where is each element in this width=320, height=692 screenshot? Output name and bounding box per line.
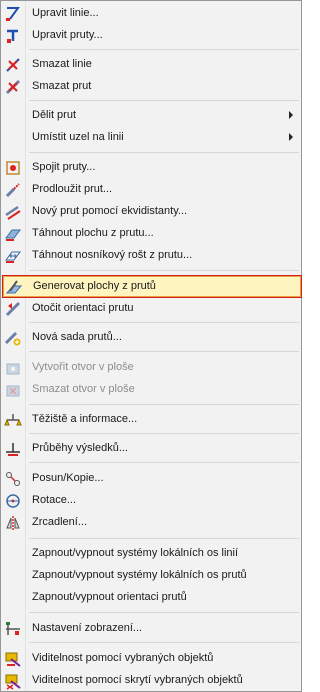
separator [29,462,299,463]
edit-members-icon [4,27,22,45]
menu-item-mirror[interactable]: Zrcadlení... [3,512,299,533]
new-member-set-icon [4,329,22,347]
menu-item-visibility-selected[interactable]: Viditelnost pomocí vybraných objektů [3,648,299,669]
menu-item-toggle-line-axes[interactable]: Zapnout/vypnout systémy lokálních os lin… [3,543,299,564]
result-diagrams-icon [4,440,22,458]
separator [29,612,299,613]
menu-item-offset-member[interactable]: Nový prut pomocí ekvidistanty... [3,201,299,222]
menu-item-edit-members[interactable]: Upravit pruty... [3,25,299,46]
separator [29,351,299,352]
separator [29,642,299,643]
menu-item-display-settings[interactable]: Nastavení zobrazení... [3,618,299,639]
menu-item-divide-member[interactable]: Dělit prut [3,105,299,126]
move-copy-icon [4,470,22,488]
generate-surfaces-icon [5,279,23,297]
menu-item-toggle-member-orientation[interactable]: Zapnout/vypnout orientaci prutů [3,587,299,608]
menu-item-create-opening[interactable]: Vytvořit otvor v ploše [3,357,299,378]
menu-item-centroid-info[interactable]: Těžiště a informace... [3,409,299,430]
menu-item-new-member-set[interactable]: Nová sada prutů... [3,327,299,348]
submenu-arrow-icon [289,111,293,119]
visibility-hide-selected-icon [4,672,22,690]
separator [29,100,299,101]
delete-opening-icon [4,381,22,399]
menu-item-delete-line[interactable]: Smazat linie [3,54,299,75]
mirror-icon [4,514,22,532]
display-settings-icon [4,620,22,638]
separator [29,322,299,323]
menu-item-result-diagrams[interactable]: Průběhy výsledků... [3,438,299,459]
menu-item-generate-surfaces[interactable]: Generovat plochy z prutů [3,276,301,297]
centroid-info-icon [4,411,22,429]
context-menu: Upravit linie... Upravit pruty... Smazat… [0,0,302,692]
submenu-arrow-icon [289,133,293,141]
menu-item-delete-member[interactable]: Smazat prut [3,76,299,97]
separator [29,49,299,50]
menu-item-rotate-orientation[interactable]: Otočit orientaci prutu [3,298,299,319]
menu-item-move-copy[interactable]: Posun/Kopie... [3,468,299,489]
separator [29,270,299,271]
menu-item-edit-lines[interactable]: Upravit linie... [3,3,299,24]
menu-item-visibility-hide-selected[interactable]: Viditelnost pomocí skrytí vybraných obje… [3,670,299,691]
rotate-orientation-icon [4,300,22,318]
menu-item-delete-opening[interactable]: Smazat otvor v ploše [3,379,299,400]
visibility-selected-icon [4,650,22,668]
rotate-icon [4,492,22,510]
separator [29,404,299,405]
separator [29,433,299,434]
offset-member-icon [4,203,22,221]
menu-item-place-node[interactable]: Umístit uzel na linii [3,127,299,148]
menu-item-extend-member[interactable]: Prodloužit prut... [3,179,299,200]
join-members-icon [4,159,22,177]
separator [29,152,299,153]
extend-member-icon [4,181,22,199]
create-opening-icon [4,359,22,377]
edit-lines-icon [4,5,22,23]
extrude-surface-icon [4,225,22,243]
menu-item-extrude-surface[interactable]: Táhnout plochu z prutu... [3,223,299,244]
menu-item-rotate[interactable]: Rotace... [3,490,299,511]
delete-member-icon [4,78,22,96]
delete-line-icon [4,56,22,74]
menu-item-join-members[interactable]: Spojit pruty... [3,157,299,178]
separator [29,538,299,539]
menu-item-extrude-grillage[interactable]: Táhnout nosníkový rošt z prutu... [3,245,299,266]
menu-item-toggle-member-axes[interactable]: Zapnout/vypnout systémy lokálních os pru… [3,565,299,586]
extrude-grillage-icon [4,247,22,265]
